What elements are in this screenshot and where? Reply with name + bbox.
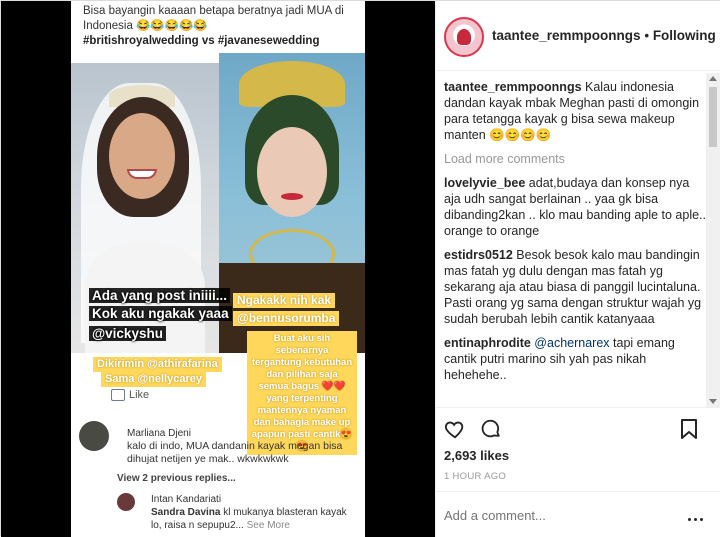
instagram-post-modal: Bisa bayangin kaaaan betapa beratnya jad…: [0, 0, 720, 537]
profile-avatar[interactable]: [444, 17, 484, 57]
right-yellow-tag-1: Ngakakk nih kak: [233, 293, 336, 308]
view-previous-replies: View 2 previous replies...: [117, 473, 236, 484]
following-button[interactable]: Following: [653, 28, 716, 43]
reply-name: Sandra Davina: [151, 507, 221, 518]
add-comment-input[interactable]: [444, 505, 674, 525]
left-overlay-text: Ada yang post iniiii... Kok aku ngakak y…: [89, 287, 232, 343]
heart-icon[interactable]: [444, 418, 466, 440]
left-yellow-tag-1: Dikirimin @athirafarina: [93, 357, 222, 372]
post-time: 1 HOUR AGO: [444, 471, 507, 482]
caption-comment: taantee_remmpoonngs Kalau indonesia dand…: [444, 79, 706, 143]
reply-name-top: Intan Kandariati: [151, 494, 222, 505]
comment-item: entinaphrodite @achernarex tapi emang ca…: [444, 335, 706, 383]
comments-scrollbar[interactable]: [706, 73, 720, 407]
image-hashtags: #britishroyalwedding vs #javanesewedding: [83, 35, 320, 47]
image-caption-text: Bisa bayangin kaaaan betapa beratnya jad…: [83, 5, 344, 32]
post-media[interactable]: Bisa bayangin kaaaan betapa beratnya jad…: [1, 1, 435, 537]
fb-like-row: Like: [111, 389, 150, 402]
comment-mention[interactable]: @achernarex: [534, 336, 609, 350]
overlay-line-2: Kok aku ngakak yaaa: [89, 306, 232, 321]
header-username[interactable]: taantee_remmpoonngs: [492, 28, 641, 43]
fb-like-label: Like: [129, 389, 150, 401]
more-options-icon[interactable]: [688, 508, 708, 521]
likes-count[interactable]: 2,693 likes: [444, 448, 509, 463]
comment-username[interactable]: entinaphrodite: [444, 336, 531, 350]
post-header: taantee_remmpoonngs • Following: [436, 1, 720, 71]
thumbs-up-icon: [111, 389, 125, 402]
comment-item: lovelyvie_bee adat,budaya dan konsep nya…: [444, 175, 706, 239]
comments-list: taantee_remmpoonngs Kalau indonesia dand…: [444, 79, 706, 399]
post-actions: 2,693 likes 1 HOUR AGO: [436, 407, 720, 499]
overlay-line-3: @vickyshu: [89, 326, 166, 341]
add-comment-bar: [436, 491, 720, 537]
overlay-line-1: Ada yang post iniiii...: [89, 288, 231, 303]
comment-icon[interactable]: [480, 418, 502, 440]
load-more-comments[interactable]: Load more comments: [444, 151, 706, 167]
reply-avatar: [117, 493, 135, 511]
comment-username[interactable]: lovelyvie_bee: [444, 176, 525, 190]
comment-item: estidrs0512 Besok besok kalo mau banding…: [444, 247, 706, 327]
fb-comment-text: kalo di indo, MUA dandanin kayak megan b…: [127, 440, 343, 465]
fb-comment-name: Marliana Djeni: [127, 428, 191, 439]
reply-see-more: See More: [246, 520, 290, 531]
scroll-up-arrow-icon[interactable]: [709, 76, 717, 81]
scroll-thumb[interactable]: [709, 87, 717, 147]
header-separator: •: [644, 28, 650, 43]
fb-commenter-avatar: [79, 421, 109, 451]
left-yellow-tag-2: Sama @nellycarey: [101, 372, 206, 387]
javanese-bride-photo: [219, 53, 365, 353]
fb-comment: Marliana Djeni kalo di indo, MUA dandani…: [127, 427, 353, 466]
fb-reply: Intan Kandariati Sandra Davina kl mukany…: [151, 493, 357, 532]
comment-username[interactable]: estidrs0512: [444, 248, 513, 262]
right-yellow-tag-2: @bennusorumba: [233, 311, 340, 326]
comment-username[interactable]: taantee_remmpoonngs: [444, 80, 582, 94]
scroll-down-arrow-icon[interactable]: [709, 399, 717, 404]
post-details-panel: taantee_remmpoonngs • Following taantee_…: [435, 1, 720, 537]
header-user: taantee_remmpoonngs • Following: [492, 28, 716, 43]
bookmark-icon[interactable]: [680, 418, 698, 440]
image-top-caption: Bisa bayangin kaaaan betapa beratnya jad…: [75, 1, 361, 61]
post-image: Bisa bayangin kaaaan betapa beratnya jad…: [71, 1, 365, 537]
